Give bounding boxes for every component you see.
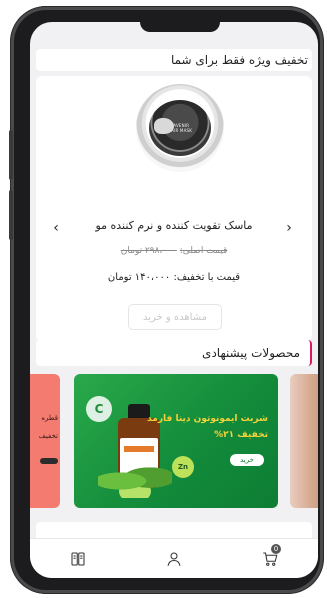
original-price-value: ۲۹۸،۰۰۰ تومان [120,246,177,256]
product-card-drops[interactable]: قطره تخفیف [30,374,60,508]
product-name[interactable]: ماسک تقویت کننده و نرم کننده مو [56,219,292,232]
suggested-products-header: محصولات پیشنهادی [36,340,312,366]
nav-catalog[interactable] [58,544,98,574]
suggested-products-title: محصولات پیشنهادی [202,346,300,360]
cart-count-badge: 0 [271,543,281,554]
app-screen: تخفیف ویژه فقط برای شما LAVENIR HAIR MAS… [30,22,318,578]
special-discount-header: تخفیف ویژه فقط برای شما [36,49,312,71]
volume-up-button [9,130,13,180]
view-and-buy-button[interactable]: مشاهده و خرید [128,304,222,330]
product-card-skincare[interactable] [290,374,318,508]
special-discount-card: LAVENIR HAIR MASK ‹ › ماسک تقویت کننده و… [36,76,312,342]
product-image[interactable]: LAVENIR HAIR MASK [136,84,224,172]
buy-button[interactable]: خرید [230,454,264,466]
volume-down-button [9,190,13,240]
zinc-badge: Zn [172,456,194,478]
product-card-immunoton[interactable]: C Zn شربت ایمونوتون دینا فارمد تخفیف ۲۱%… [74,374,278,508]
notch [140,22,220,32]
drops-card-buy-pill[interactable] [40,458,58,464]
suggested-products-carousel[interactable]: قطره تخفیف C Zn شربت ایمونوتون دینا فارم… [30,374,318,514]
vitamin-c-badge: C [86,396,112,422]
original-price-label: قیمت اصلی: [179,246,228,256]
book-icon [71,551,85,566]
nav-cart[interactable]: 0 [250,543,290,574]
original-price: قیمت اصلی: ۲۹۸،۰۰۰ تومان [56,246,292,256]
drops-card-line1: قطره [41,414,58,422]
leaves-decoration [98,464,172,498]
promo-title: شربت ایمونوتون دینا فارمد [147,414,268,424]
user-icon [167,551,181,566]
cream-blob [154,118,174,134]
special-discount-title: تخفیف ویژه فقط برای شما [170,53,308,67]
bottom-navigation: 0 [30,538,318,578]
promo-discount: تخفیف ۲۱% [214,430,268,440]
discount-price: قیمت با تخفیف: ۱۴۰،۰۰۰ تومان [107,272,241,283]
drops-card-line2: تخفیف [38,432,58,440]
nav-profile[interactable] [154,544,194,574]
